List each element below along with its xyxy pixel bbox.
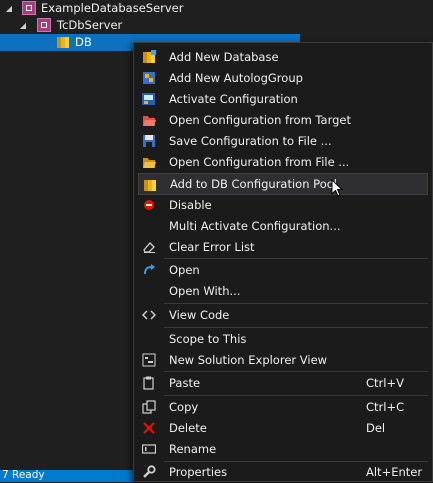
menu-item-label: View Code — [169, 308, 230, 322]
tree-item-label: TcDbServer — [57, 18, 123, 32]
menu-item-label: Add to DB Configuration Pool — [170, 177, 337, 191]
menu-item-properties[interactable]: Properties Alt+Enter — [138, 461, 428, 483]
menu-item-paste[interactable]: Paste Ctrl+V — [138, 372, 428, 394]
save-icon — [143, 135, 155, 147]
menu-item-label: Open — [169, 263, 200, 277]
database-icon — [57, 37, 69, 48]
tree-item-label: DB — [75, 35, 92, 49]
open-folder-red-icon — [143, 116, 156, 126]
menu-item-rename[interactable]: Rename — [138, 438, 428, 460]
db-pool-icon — [144, 180, 156, 191]
activate-configuration-icon — [142, 93, 155, 105]
wrench-icon — [143, 465, 156, 478]
delete-icon — [143, 422, 155, 434]
menu-item-clear-error-list[interactable]: Clear Error List — [138, 236, 428, 258]
menu-item-save-configuration-to-file[interactable]: Save Configuration to File ... — [138, 130, 428, 152]
menu-item-label: Multi Activate Configuration... — [169, 219, 341, 233]
menu-item-label: Paste — [169, 376, 201, 390]
menu-item-activate-configuration[interactable]: Activate Configuration — [138, 88, 428, 110]
menu-item-label: Clear Error List — [169, 240, 255, 254]
code-icon — [142, 310, 156, 320]
menu-item-label: Open With... — [169, 284, 241, 298]
rename-icon — [142, 444, 156, 454]
menu-item-label: Open Configuration from Target — [169, 113, 352, 127]
open-arrow-icon — [144, 264, 155, 275]
menu-item-open-with[interactable]: Open With... — [138, 280, 428, 302]
menu-item-label: Delete — [169, 421, 207, 435]
menu-item-open[interactable]: Open — [138, 259, 428, 281]
database-add-icon — [143, 50, 156, 63]
server-icon — [22, 1, 36, 15]
eraser-icon — [143, 242, 155, 253]
menu-item-label: Add New Database — [169, 50, 279, 64]
server-icon — [37, 18, 51, 32]
menu-item-label: Add New AutologGroup — [169, 71, 303, 85]
menu-item-label: Save Configuration to File ... — [169, 134, 332, 148]
menu-item-label: Properties — [169, 465, 228, 479]
tree-item-label: ExampleDatabaseServer — [41, 1, 184, 15]
menu-item-label: New Solution Explorer View — [169, 353, 328, 367]
menu-item-open-configuration-from-file[interactable]: Open Configuration from File ... — [138, 151, 428, 173]
menu-item-open-configuration-from-target[interactable]: Open Configuration from Target — [138, 109, 428, 131]
menu-item-add-new-autolog-group[interactable]: Add New AutologGroup — [138, 67, 428, 89]
menu-item-shortcut: Ctrl+V — [366, 376, 404, 390]
menu-item-shortcut: Alt+Enter — [366, 465, 423, 479]
tree-item-tcdbserver[interactable]: ◢ TcDbServer — [0, 17, 300, 34]
menu-item-label: Copy — [169, 400, 199, 414]
disable-icon — [144, 200, 154, 210]
menu-item-multi-activate-configuration[interactable]: Multi Activate Configuration... — [138, 215, 428, 237]
menu-item-label: Activate Configuration — [169, 92, 298, 106]
mouse-cursor-icon — [331, 179, 344, 197]
tree-item-example-database-server[interactable]: ◢ ExampleDatabaseServer — [0, 0, 300, 17]
menu-item-label: Rename — [169, 442, 217, 456]
solution-explorer-icon — [142, 353, 156, 367]
menu-item-add-to-db-configuration-pool[interactable]: Add to DB Configuration Pool — [138, 173, 428, 195]
menu-item-label: Scope to This — [169, 332, 247, 346]
menu-item-delete[interactable]: Delete Del — [138, 417, 428, 439]
menu-item-shortcut: Del — [366, 421, 386, 435]
status-text: 7 Ready — [2, 469, 45, 481]
menu-item-label: Disable — [169, 198, 212, 212]
menu-item-new-solution-explorer-view[interactable]: New Solution Explorer View — [138, 349, 428, 371]
menu-item-view-code[interactable]: View Code — [138, 304, 428, 326]
menu-item-add-new-database[interactable]: Add New Database — [138, 46, 428, 68]
menu-item-shortcut: Ctrl+C — [366, 400, 405, 414]
menu-item-scope-to-this[interactable]: Scope to This — [138, 328, 428, 350]
expand-arrow-icon[interactable]: ◢ — [4, 0, 14, 17]
open-folder-icon — [143, 158, 156, 168]
menu-item-copy[interactable]: Copy Ctrl+C — [138, 396, 428, 418]
menu-item-label: Open Configuration from File ... — [169, 155, 350, 169]
paste-icon — [143, 376, 154, 390]
menu-item-disable[interactable]: Disable — [138, 194, 428, 216]
expand-arrow-icon[interactable]: ◢ — [18, 17, 28, 34]
autolog-group-icon — [143, 72, 155, 84]
copy-icon — [142, 400, 156, 414]
context-menu: Add New Database Add New AutologGroup Ac… — [133, 42, 433, 482]
